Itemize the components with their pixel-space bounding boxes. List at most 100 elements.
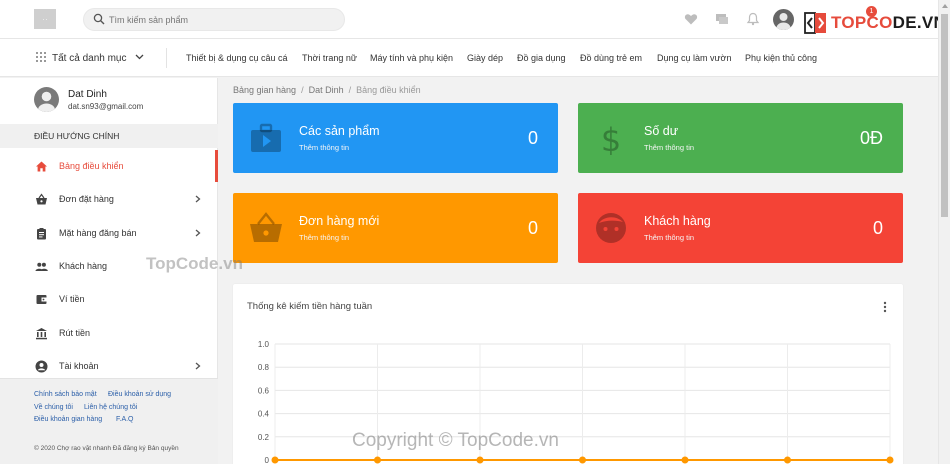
sidebar-user-avatar[interactable] (34, 87, 59, 112)
sidebar-item-label: Khách hàng (59, 261, 108, 271)
category-link[interactable]: Đồ dùng trẻ em (580, 53, 642, 63)
chevron-right-icon (195, 362, 201, 370)
category-link[interactable]: Giày dép (467, 53, 503, 63)
data-point (681, 456, 689, 464)
footer-link[interactable]: Về chúng tôi (34, 404, 73, 411)
basket-icon (250, 212, 282, 242)
clipboard-icon (37, 228, 46, 240)
search-input[interactable] (109, 11, 339, 28)
y-tick-label: 0.8 (258, 363, 270, 372)
chevron-down-icon[interactable] (135, 54, 144, 60)
sidebar-item-label: Ví tiền (59, 294, 85, 304)
home-icon (36, 161, 47, 172)
notification-badge: 1 (866, 6, 877, 17)
stat-more-info-link[interactable]: Thêm thông tin (299, 143, 349, 152)
search-icon (93, 13, 105, 25)
svg-text:$: $ (601, 121, 621, 155)
data-point (374, 456, 381, 464)
stat-title: Số dư (644, 124, 679, 138)
sidebar-item-wallet[interactable]: Ví tiền (0, 283, 218, 315)
brand-name-prefix: TOPCO (831, 13, 893, 32)
y-tick-label: 0 (265, 456, 270, 464)
bank-icon (36, 328, 47, 340)
active-indicator (215, 150, 218, 182)
breadcrumb-link[interactable]: Dat Dinh (309, 85, 344, 95)
sidebar-item-dashboard[interactable]: Bảng điều khiển (0, 150, 218, 182)
all-categories-label: Tất cả danh mục (52, 53, 127, 64)
stat-more-info-link[interactable]: Thêm thông tin (644, 143, 694, 152)
category-link[interactable]: Phụ kiện thủ công (745, 53, 817, 63)
dollar-icon: $ (601, 121, 621, 155)
category-bar: Tất cả danh mục Thiết bị & dụng cụ câu c… (0, 39, 938, 77)
footer-link[interactable]: F.A.Q (116, 416, 134, 423)
data-point (271, 456, 279, 464)
data-point (784, 456, 791, 464)
footer-link[interactable]: Điều khoản sử dụng (108, 391, 171, 398)
heart-icon[interactable] (684, 12, 698, 26)
nav-heading: ĐIỀU HƯỚNG CHÍNH (0, 124, 218, 148)
stat-more-info-link[interactable]: Thêm thông tin (299, 233, 349, 242)
sidebar-item-customers[interactable]: Khách hàng (0, 250, 218, 282)
page-scrollbar[interactable] (938, 0, 950, 464)
stat-title: Khách hàng (644, 214, 711, 228)
brand-name: TOPCODE.VN (831, 13, 946, 33)
stat-value: 0 (527, 218, 538, 238)
user-avatar[interactable] (773, 9, 794, 30)
face-icon (596, 213, 626, 243)
sidebar-item-withdraw[interactable]: Rút tiền (0, 317, 218, 349)
category-link[interactable]: Đồ gia dụng (517, 53, 566, 63)
breadcrumb-current: Bảng điều khiển (356, 85, 421, 95)
search-bar[interactable] (83, 8, 345, 31)
category-link[interactable]: Dụng cụ làm vườn (657, 53, 731, 63)
stat-title: Đơn hàng mới (299, 214, 380, 228)
category-link[interactable]: Thời trang nữ (302, 53, 357, 63)
people-icon (35, 262, 48, 271)
scrollbar-thumb[interactable] (941, 14, 948, 217)
breadcrumb: Bảng gian hàng / Dat Dinh / Bảng điều khiển (233, 85, 421, 95)
sidebar-item-orders[interactable]: Đơn đặt hàng (0, 183, 218, 215)
grid-icon (36, 52, 46, 62)
all-categories-button[interactable]: Tất cả danh mục (36, 52, 126, 64)
sidebar-item-label: Mặt hàng đăng bán (59, 228, 137, 238)
stat-more-info-link[interactable]: Thêm thông tin (644, 233, 694, 242)
stat-card-products[interactable]: Các sản phẩm Thêm thông tin 0 (233, 103, 558, 173)
breadcrumb-separator: / (348, 85, 352, 95)
top-bar: ·· TOPCODE.VN 1 (0, 0, 946, 39)
chevron-right-icon (195, 195, 201, 203)
wallet-icon (36, 295, 47, 304)
sidebar-footer: Chính sách bảo mật Điều khoản sử dụng Về… (0, 378, 218, 464)
sidebar-item-label: Rút tiền (59, 328, 91, 338)
chat-icon[interactable] (715, 12, 729, 26)
user-email: dat.sn93@gmail.com (68, 102, 144, 111)
basket-icon (36, 193, 47, 205)
briefcase-icon (251, 123, 281, 152)
stat-card-customers[interactable]: Khách hàng Thêm thông tin 0 (578, 193, 903, 263)
sidebar: Dat Dinh dat.sn93@gmail.com ĐIỀU HƯỚNG C… (0, 78, 218, 464)
data-point (476, 456, 484, 464)
stat-card-balance[interactable]: $ Số dư Thêm thông tin 0Đ (578, 103, 903, 173)
sidebar-item-label: Bảng điều khiển (59, 161, 124, 171)
user-name: Dat Dinh (68, 89, 107, 100)
site-logo[interactable]: ·· (34, 9, 56, 29)
data-point (886, 456, 894, 464)
scroll-up-arrow-icon[interactable] (942, 3, 948, 9)
category-link[interactable]: Máy tính và phụ kiện (370, 53, 453, 63)
footer-link[interactable]: Liên hệ chúng tôi (84, 404, 137, 411)
bell-icon[interactable] (746, 12, 760, 26)
y-tick-label: 0.6 (258, 386, 270, 395)
brand-logo-icon (804, 12, 826, 34)
y-tick-label: 0.2 (258, 433, 270, 442)
category-link[interactable]: Thiết bị & dụng cụ câu cá (186, 53, 288, 63)
y-tick-label: 1.0 (258, 340, 270, 349)
weekly-earnings-chart: 1.0 0.8 0.6 0.4 0.2 0 (258, 340, 894, 464)
sidebar-item-label: Tài khoản (59, 361, 99, 371)
copyright: © 2020 Chợ rao vặt nhanh Đã đăng ký Bản … (34, 445, 179, 452)
stat-value: 0 (527, 128, 538, 148)
footer-link[interactable]: Điều khoản gian hàng (34, 416, 102, 423)
stat-card-new-orders[interactable]: Đơn hàng mới Thêm thông tin 0 (233, 193, 558, 263)
sidebar-item-listings[interactable]: Mặt hàng đăng bán (0, 217, 218, 249)
breadcrumb-separator: / (301, 85, 304, 95)
breadcrumb-link[interactable]: Bảng gian hàng (233, 85, 296, 95)
footer-link[interactable]: Chính sách bảo mật (34, 391, 97, 398)
stat-value: 0 (872, 218, 883, 238)
